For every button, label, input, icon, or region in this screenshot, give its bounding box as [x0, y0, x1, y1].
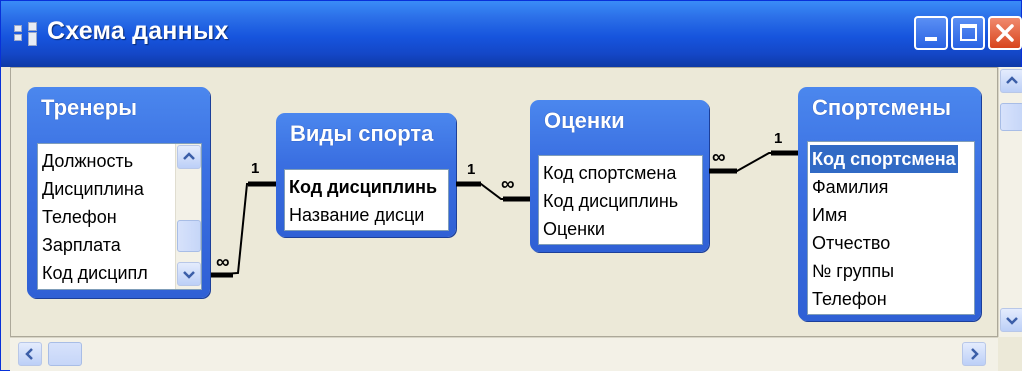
- scroll-down-button[interactable]: [177, 262, 201, 286]
- scroll-right-icon: [971, 348, 979, 360]
- field-item[interactable]: Название дисци: [289, 201, 424, 229]
- field-item[interactable]: Код дисципл: [42, 259, 148, 287]
- table-title: Виды спорта: [290, 121, 434, 146]
- maximize-button[interactable]: [951, 16, 985, 50]
- field-item[interactable]: Должность: [42, 147, 133, 175]
- field-list[interactable]: Код спортсмена Фамилия Имя Отчество № гр…: [807, 141, 975, 315]
- scroll-up-icon: [1006, 76, 1018, 84]
- scroll-thumb[interactable]: [1000, 103, 1022, 131]
- table-window-trainers[interactable]: Тренеры Должность Дисциплина Телефон Зар…: [27, 87, 210, 298]
- scroll-right-button[interactable]: [962, 342, 986, 366]
- diagram-horizontal-scrollbar[interactable]: [10, 337, 998, 371]
- scrollbar-corner: [998, 337, 1022, 371]
- table-title: Тренеры: [41, 95, 138, 120]
- field-item[interactable]: Оценки: [543, 215, 605, 243]
- table-title: Спортсмены: [812, 95, 952, 120]
- relationships-window-icon[interactable]: [14, 22, 40, 46]
- field-item[interactable]: № группы: [812, 257, 894, 285]
- field-item[interactable]: Код дисциплинь: [289, 173, 437, 201]
- scroll-left-button[interactable]: [18, 342, 42, 366]
- field-item[interactable]: Фамилия: [812, 173, 888, 201]
- close-button[interactable]: [988, 16, 1022, 50]
- scroll-thumb[interactable]: [177, 220, 201, 252]
- field-item[interactable]: Дисциплина: [42, 175, 144, 203]
- table-window-sports[interactable]: Виды спорта Код дисциплинь Название дисц…: [276, 113, 456, 237]
- title-bar[interactable]: Схема данных: [1, 1, 1022, 67]
- diagram-vertical-scrollbar[interactable]: [998, 67, 1022, 337]
- scroll-up-button[interactable]: [1000, 69, 1022, 93]
- scroll-down-icon: [1006, 317, 1018, 325]
- scroll-up-icon: [183, 152, 195, 160]
- field-list[interactable]: Должность Дисциплина Телефон Зарплата Ко…: [37, 143, 202, 290]
- field-item[interactable]: Телефон: [42, 203, 117, 231]
- field-list[interactable]: Код дисциплинь Название дисци: [284, 169, 449, 231]
- field-item[interactable]: Телефон: [812, 285, 887, 313]
- scroll-down-icon: [183, 271, 195, 279]
- field-item[interactable]: Код спортсмена: [543, 159, 676, 187]
- maximize-icon: [960, 24, 977, 41]
- scroll-down-button[interactable]: [1000, 308, 1022, 332]
- relationships-window: Схема данных Тренеры Должность Дисциплин…: [0, 0, 1022, 371]
- field-list-scrollbar[interactable]: [175, 144, 201, 289]
- minimize-icon: [925, 37, 937, 41]
- window-title: Схема данных: [47, 17, 229, 45]
- table-window-grades[interactable]: Оценки Код спортсмена Код дисциплинь Оце…: [530, 100, 709, 252]
- field-item-selected[interactable]: Код спортсмена: [809, 144, 959, 174]
- scroll-thumb[interactable]: [48, 342, 82, 366]
- minimize-button[interactable]: [914, 16, 948, 50]
- field-item[interactable]: Код дисциплинь: [543, 187, 678, 215]
- scroll-up-button[interactable]: [177, 145, 201, 169]
- table-window-athletes[interactable]: Спортсмены Код спортсмена Фамилия Имя От…: [798, 87, 981, 321]
- scroll-left-icon: [25, 348, 33, 360]
- close-icon: [996, 24, 1014, 42]
- field-list[interactable]: Код спортсмена Код дисциплинь Оценки: [538, 155, 703, 245]
- field-item[interactable]: Имя: [812, 201, 847, 229]
- field-item[interactable]: Отчество: [812, 229, 890, 257]
- table-title: Оценки: [544, 108, 625, 133]
- field-item[interactable]: Зарплата: [42, 231, 121, 259]
